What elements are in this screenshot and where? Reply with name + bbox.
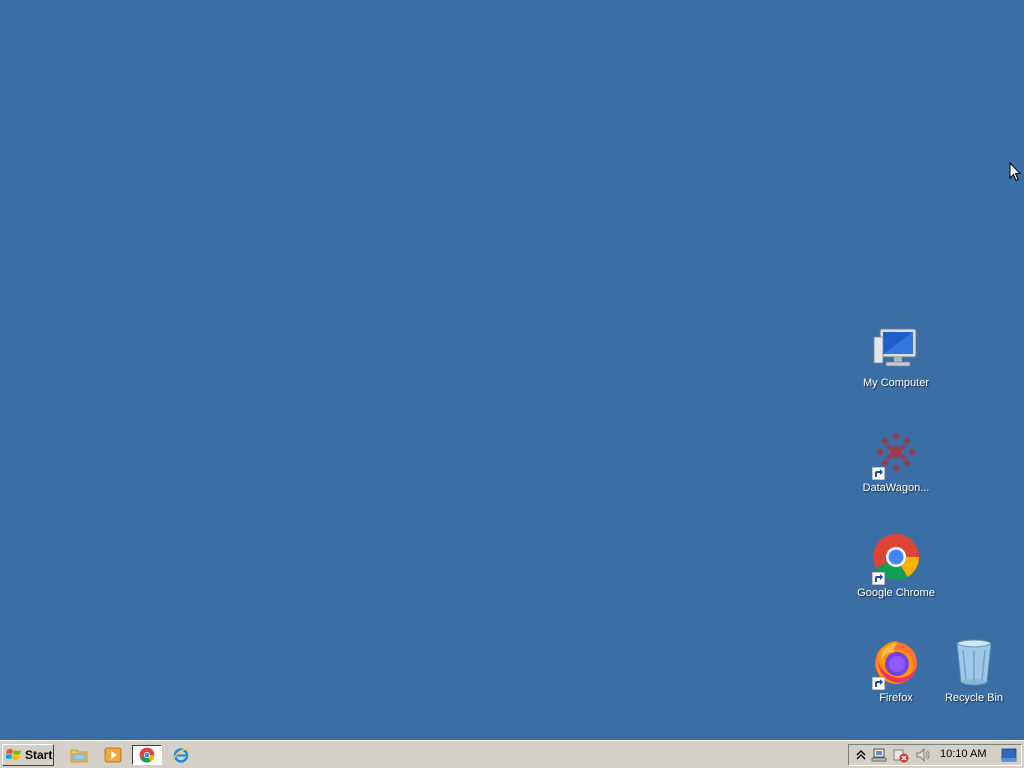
show-desktop-button[interactable] [1001,747,1017,763]
mouse-cursor-icon [1009,162,1021,182]
file-explorer-icon [70,749,88,763]
quick-launch-internet-explorer[interactable] [170,745,192,765]
windows-logo-icon [6,749,21,760]
desktop-icon-label: Firefox [879,692,913,704]
shortcut-arrow-icon [872,467,885,480]
volume-tray-button[interactable] [915,747,931,763]
shortcut-arrow-icon [872,572,885,585]
action-center-icon [893,749,909,763]
internet-explorer-icon [172,748,190,763]
desktop[interactable]: My Computer DataWagon... Google Chrome F… [0,0,1024,740]
quick-launch-media-player[interactable] [102,745,124,765]
show-hidden-icons-button[interactable] [853,747,869,763]
shortcut-arrow-icon [872,677,885,690]
desktop-icon-label: DataWagon... [862,482,930,494]
action-center-tray-button[interactable] [893,747,909,763]
quick-launch-chrome[interactable] [132,745,162,765]
network-tray-button[interactable] [871,747,887,763]
taskbar: Start 10:10 AM [0,740,1024,768]
desktop-icon-label: Google Chrome [857,587,935,599]
desktop-icon-label: Recycle Bin [944,692,1004,704]
quick-launch-explorer[interactable] [68,745,90,765]
system-clock[interactable]: 10:10 AM [940,748,986,760]
chrome-icon [870,533,922,585]
start-label: Start [25,748,53,762]
desktop-icon-recycle-bin[interactable]: Recycle Bin [932,638,1016,705]
show-hidden-icons-icon [856,750,866,760]
desktop-icon-my-computer[interactable]: My Computer [854,323,938,390]
network-icon [871,748,887,762]
desktop-icon-firefox[interactable]: Firefox [854,638,938,705]
system-tray: 10:10 AM [848,744,1022,766]
volume-icon [916,748,930,762]
show-desktop-icon [1001,748,1017,762]
desktop-icon-label: My Computer [862,377,930,389]
start-button[interactable]: Start [2,744,54,766]
recycle-bin-icon [948,638,1000,690]
my-computer-icon [870,323,922,375]
desktop-icon-google-chrome[interactable]: Google Chrome [854,533,938,600]
chrome-icon [139,747,155,763]
desktop-icon-datawagon[interactable]: DataWagon... [854,428,938,495]
datawagon-icon [870,428,922,480]
firefox-icon [870,638,922,690]
media-player-icon [104,747,122,763]
